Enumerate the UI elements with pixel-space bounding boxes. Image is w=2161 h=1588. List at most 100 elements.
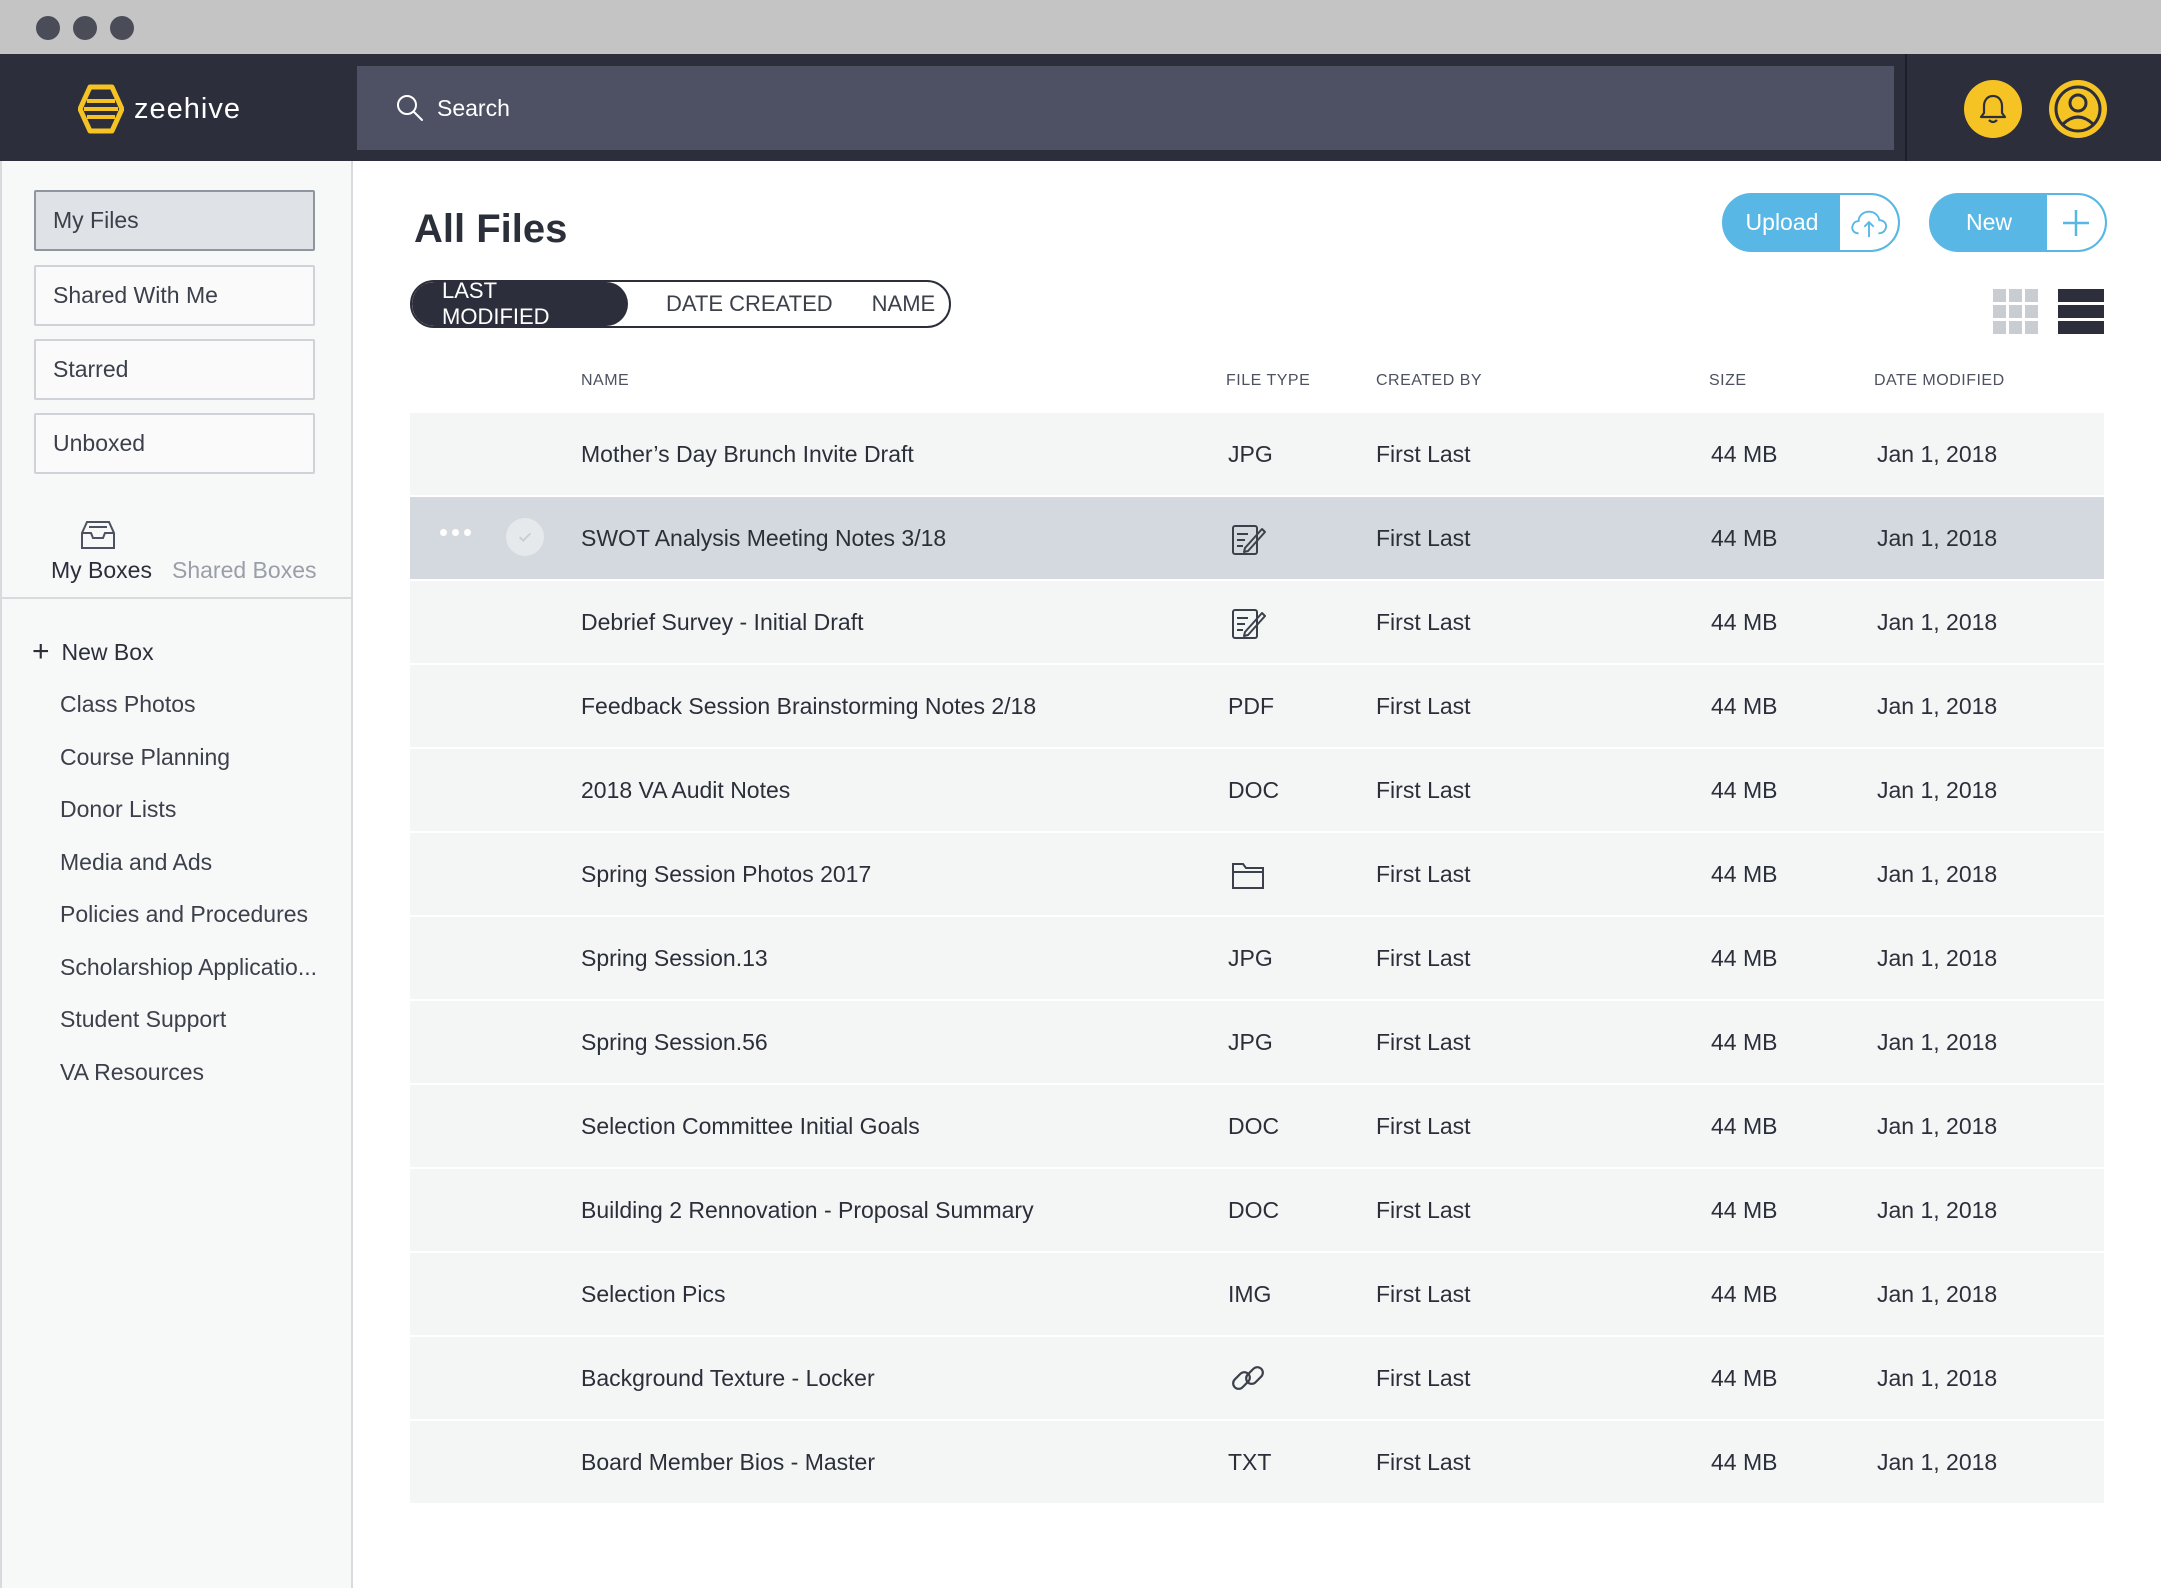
file-date-modified: Jan 1, 2018 (1877, 440, 1998, 467)
sort-last-modified[interactable]: LAST MODIFIED (412, 282, 628, 326)
sort-date-created[interactable]: DATE CREATED (666, 282, 833, 326)
app-logo[interactable]: zeehive (78, 84, 241, 134)
note-icon (1228, 497, 1268, 579)
file-created-by: First Last (1376, 608, 1471, 635)
boxes-tabs: My Boxes Shared Boxes (2, 511, 353, 599)
file-name[interactable]: Selection Committee Initial Goals (581, 1085, 920, 1167)
column-header-size[interactable]: SIZE (1709, 372, 1747, 390)
file-size: 44 MB (1711, 1280, 1778, 1307)
column-header-date-modified[interactable]: DATE MODIFIED (1874, 372, 2005, 390)
table-row[interactable]: Selection Pics IMG First Last 44 MB Jan 1, 2… (410, 1253, 2104, 1335)
sidebar: My Files Shared With Me Starred Unboxed … (0, 161, 353, 1588)
file-date-modified: Jan 1, 2018 (1877, 776, 1998, 803)
file-date-modified: Jan 1, 2018 (1877, 1364, 1998, 1391)
search-input[interactable] (437, 94, 1637, 122)
window-minimize-dot[interactable] (73, 16, 97, 40)
file-name[interactable]: 2018 VA Audit Notes (581, 749, 790, 831)
box-item-scholarship[interactable]: Scholarshiop Applicatio... (60, 954, 317, 981)
table-row[interactable]: Debrief Survey - Initial Draft First Last… (410, 581, 2104, 663)
table-row[interactable]: Selection Committee Initial Goals DOC Firs… (410, 1085, 2104, 1167)
file-name[interactable]: Selection Pics (581, 1253, 725, 1335)
table-row[interactable]: 2018 VA Audit Notes DOC First Last 44 MB Jan… (410, 749, 2104, 831)
user-icon (2054, 85, 2102, 133)
new-label: New (1965, 209, 2012, 235)
grid-view-icon[interactable] (1993, 289, 2038, 334)
upload-label: Upload (1745, 209, 1819, 235)
box-item-policies[interactable]: Policies and Procedures (60, 901, 308, 928)
table-row[interactable]: Board Member Bios - Master TXT First Last 4… (410, 1421, 2104, 1503)
box-item-course-planning[interactable]: Course Planning (60, 744, 230, 771)
checkmark-icon[interactable] (506, 518, 544, 556)
table-row[interactable]: Building 2 Rennovation - Proposal Summar… (410, 1169, 2104, 1251)
file-name[interactable]: SWOT Analysis Meeting Notes 3/18 (581, 497, 946, 579)
table-row[interactable]: Mother’s Day Brunch Invite Draft JPG First… (410, 413, 2104, 495)
file-date-modified: Jan 1, 2018 (1877, 944, 1998, 971)
column-header-created-by[interactable]: CREATED BY (1376, 372, 1482, 390)
file-date-modified: Jan 1, 2018 (1877, 608, 1998, 635)
app-name: zeehive (134, 92, 241, 125)
file-name[interactable]: Board Member Bios - Master (581, 1421, 875, 1503)
file-type: DOC (1228, 1196, 1280, 1223)
new-box-label: New Box (61, 638, 154, 665)
file-created-by: First Last (1376, 860, 1471, 887)
box-item-donor-lists[interactable]: Donor Lists (60, 796, 176, 823)
file-created-by: First Last (1376, 692, 1471, 719)
new-box-button[interactable]: + New Box (32, 637, 154, 667)
file-name[interactable]: Spring Session.56 (581, 1001, 768, 1083)
new-button[interactable]: New (1929, 193, 2107, 252)
file-created-by: First Last (1376, 440, 1471, 467)
sort-toggle-group: LAST MODIFIED DATE CREATED NAME (410, 280, 951, 328)
file-created-by: First Last (1376, 524, 1471, 551)
file-created-by: First Last (1376, 1364, 1471, 1391)
table-row[interactable]: Background Texture - Locker First Last 44 … (410, 1337, 2104, 1419)
hive-logo-icon (78, 84, 124, 134)
table-row[interactable]: Spring Session.56 JPG First Last 44 MB Jan 1… (410, 1001, 2104, 1083)
tab-my-boxes[interactable]: My Boxes (51, 557, 152, 584)
file-name[interactable]: Debrief Survey - Initial Draft (581, 581, 863, 663)
column-header-file-type[interactable]: FILE TYPE (1226, 372, 1310, 390)
user-avatar-button[interactable] (2049, 80, 2107, 138)
file-name[interactable]: Building 2 Rennovation - Proposal Summar… (581, 1169, 1034, 1251)
list-view-icon[interactable] (2058, 289, 2104, 334)
inbox-icon (81, 521, 115, 549)
file-type: PDF (1228, 692, 1274, 719)
file-size: 44 MB (1711, 1112, 1778, 1139)
table-row[interactable]: Spring Session.13 JPG First Last 44 MB Jan 1… (410, 917, 2104, 999)
file-type: IMG (1228, 1280, 1272, 1307)
file-size: 44 MB (1711, 1196, 1778, 1223)
file-date-modified: Jan 1, 2018 (1877, 1448, 1998, 1475)
box-item-va-resources[interactable]: VA Resources (60, 1059, 204, 1086)
column-header-name[interactable]: NAME (581, 372, 629, 390)
window-maximize-dot[interactable] (110, 16, 134, 40)
nav-my-files[interactable]: My Files (34, 190, 315, 251)
search-bar[interactable] (357, 66, 1894, 150)
box-item-student-support[interactable]: Student Support (60, 1006, 226, 1033)
upload-button[interactable]: Upload (1722, 193, 1900, 252)
bell-icon (1979, 94, 2007, 124)
folder-icon (1228, 833, 1268, 915)
window-close-dot[interactable] (36, 16, 60, 40)
file-created-by: First Last (1376, 1112, 1471, 1139)
nav-starred[interactable]: Starred (34, 339, 315, 400)
table-row[interactable]: Spring Session Photos 2017 First Last 44 M… (410, 833, 2104, 915)
plus-icon: + (32, 635, 50, 668)
file-name[interactable]: Mother’s Day Brunch Invite Draft (581, 413, 914, 495)
file-size: 44 MB (1711, 776, 1778, 803)
table-row[interactable]: SWOT Analysis Meeting Notes 3/18 First La… (410, 497, 2104, 579)
file-name[interactable]: Feedback Session Brainstorming Notes 2/1… (581, 665, 1036, 747)
table-row[interactable]: Feedback Session Brainstorming Notes 2/1… (410, 665, 2104, 747)
file-name[interactable]: Background Texture - Locker (581, 1337, 875, 1419)
link-icon (1228, 1337, 1268, 1419)
nav-shared-with-me[interactable]: Shared With Me (34, 265, 315, 326)
nav-unboxed[interactable]: Unboxed (34, 413, 315, 474)
file-name[interactable]: Spring Session Photos 2017 (581, 833, 871, 915)
file-name[interactable]: Spring Session.13 (581, 917, 768, 999)
sort-name[interactable]: NAME (872, 282, 936, 326)
file-date-modified: Jan 1, 2018 (1877, 692, 1998, 719)
box-item-class-photos[interactable]: Class Photos (60, 691, 196, 718)
more-options-icon[interactable] (440, 529, 471, 536)
tab-shared-boxes[interactable]: Shared Boxes (172, 557, 316, 584)
file-created-by: First Last (1376, 776, 1471, 803)
box-item-media-and-ads[interactable]: Media and Ads (60, 849, 212, 876)
notifications-button[interactable] (1964, 80, 2022, 138)
